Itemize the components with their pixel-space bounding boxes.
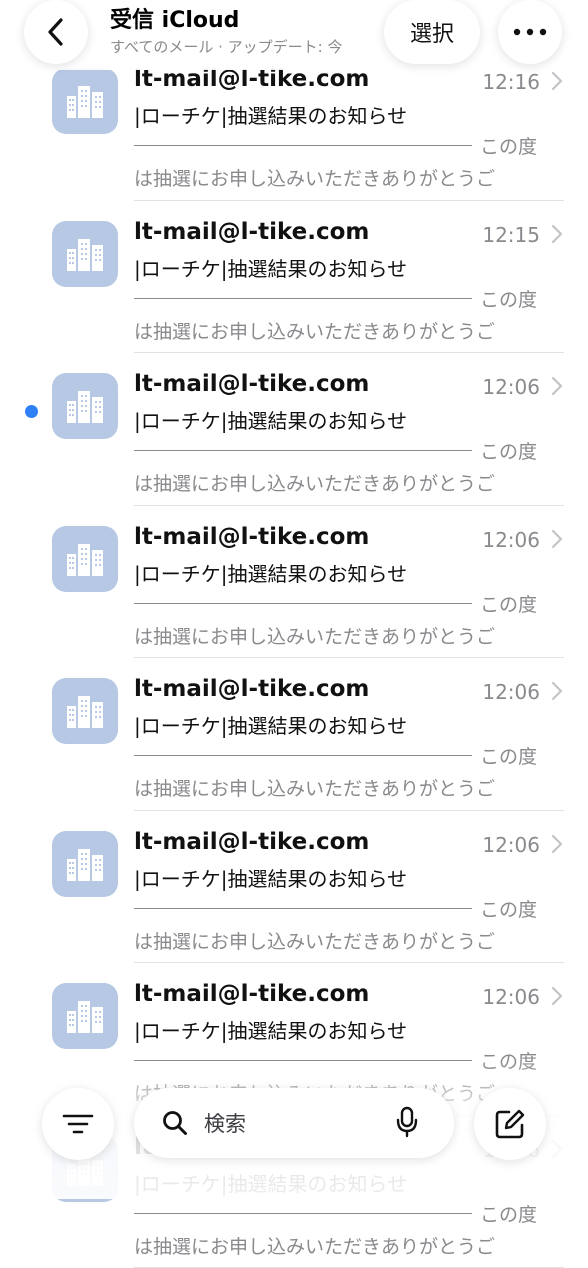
preview-rule [134, 755, 472, 756]
building-icon [65, 847, 105, 881]
sender-avatar [52, 983, 118, 1049]
building-icon [65, 542, 105, 576]
preview-rule [134, 145, 472, 146]
message-row[interactable]: lt-mail@l-tike.com 12:06 |ローチケ|抽選結果のお知らせ… [0, 658, 588, 811]
chevron-right-icon [550, 528, 564, 550]
message-subject: |ローチケ|抽選結果のお知らせ [134, 405, 407, 434]
preview-tail: この度 [480, 285, 537, 312]
message-sender: lt-mail@l-tike.com [134, 219, 369, 245]
message-time: 12:15 [482, 223, 540, 247]
message-preview-line1: この度 [134, 590, 544, 616]
message-sender: lt-mail@l-tike.com [134, 981, 369, 1007]
message-row[interactable]: lt-mail@l-tike.com 12:06 |ローチケ|抽選結果のお知らせ… [0, 353, 588, 506]
message-preview-line1: この度 [134, 1200, 544, 1226]
message-preview-line2: は抽選にお申し込みいただきありがとうご [134, 1232, 495, 1259]
preview-rule [134, 908, 472, 909]
sender-avatar [52, 831, 118, 897]
message-subject: |ローチケ|抽選結果のお知らせ [134, 253, 407, 282]
preview-rule [134, 298, 472, 299]
preview-rule [134, 450, 472, 451]
preview-tail: この度 [480, 437, 537, 464]
search-bar[interactable]: 検索 [134, 1088, 454, 1158]
message-sender: lt-mail@l-tike.com [134, 524, 369, 550]
message-subject: |ローチケ|抽選結果のお知らせ [134, 558, 407, 587]
select-button[interactable]: 選択 [384, 0, 480, 64]
building-icon [65, 237, 105, 271]
back-button[interactable] [24, 0, 88, 64]
message-preview-line2: は抽選にお申し込みいただきありがとうご [134, 927, 495, 954]
message-row[interactable]: lt-mail@l-tike.com 12:15 |ローチケ|抽選結果のお知らせ… [0, 201, 588, 354]
sender-avatar [52, 373, 118, 439]
message-preview-line2: は抽選にお申し込みいただきありがとうご [134, 469, 495, 496]
preview-tail: この度 [480, 1200, 537, 1227]
more-button[interactable] [498, 0, 562, 64]
mailbox-subtitle: すべてのメール · アップデート: 今 [110, 36, 370, 57]
chevron-right-icon [550, 833, 564, 855]
message-sender: lt-mail@l-tike.com [134, 676, 369, 702]
chevron-right-icon [550, 375, 564, 397]
building-icon [65, 389, 105, 423]
sender-avatar [52, 526, 118, 592]
message-row[interactable]: lt-mail@l-tike.com 12:16 |ローチケ|抽選結果のお知らせ… [0, 48, 588, 201]
message-subject: |ローチケ|抽選結果のお知らせ [134, 100, 407, 129]
chevron-right-icon [550, 985, 564, 1007]
search-icon [162, 1110, 188, 1136]
message-preview-line2: は抽選にお申し込みいただきありがとうご [134, 317, 495, 344]
message-subject: |ローチケ|抽選結果のお知らせ [134, 1015, 407, 1044]
message-time: 12:06 [482, 833, 540, 857]
preview-tail: この度 [480, 895, 537, 922]
preview-rule [134, 1213, 472, 1214]
microphone-icon[interactable] [396, 1106, 418, 1138]
message-preview-line2: は抽選にお申し込みいただきありがとうご [134, 622, 495, 649]
message-subject: |ローチケ|抽選結果のお知らせ [134, 710, 407, 739]
building-icon [65, 694, 105, 728]
chevron-right-icon [550, 680, 564, 702]
message-time: 12:06 [482, 528, 540, 552]
ellipsis-icon [513, 28, 547, 36]
navigation-header: 受信 iCloud すべてのメール · アップデート: 今 選択 [0, 0, 588, 70]
message-row[interactable]: lt-mail@l-tike.com 12:06 |ローチケ|抽選結果のお知らせ… [0, 811, 588, 964]
message-preview-line1: この度 [134, 895, 544, 921]
search-placeholder: 検索 [204, 1108, 246, 1138]
message-preview-line1: この度 [134, 132, 544, 158]
message-preview-line2: は抽選にお申し込みいただきありがとうご [134, 164, 495, 191]
message-time: 12:06 [482, 985, 540, 1009]
message-time: 12:06 [482, 680, 540, 704]
preview-tail: この度 [480, 132, 537, 159]
filter-lines-icon [62, 1113, 94, 1135]
chevron-right-icon [550, 70, 564, 92]
message-sender: lt-mail@l-tike.com [134, 829, 369, 855]
filter-button[interactable] [42, 1088, 114, 1160]
building-icon [65, 84, 105, 118]
message-sender: lt-mail@l-tike.com [134, 371, 369, 397]
message-subject: |ローチケ|抽選結果のお知らせ [134, 863, 407, 892]
preview-tail: この度 [480, 742, 537, 769]
message-row[interactable]: lt-mail@l-tike.com 12:06 |ローチケ|抽選結果のお知らせ… [0, 506, 588, 659]
building-icon [65, 999, 105, 1033]
message-preview-line1: この度 [134, 437, 544, 463]
sender-avatar [52, 68, 118, 134]
sender-avatar [52, 678, 118, 744]
message-time: 12:16 [482, 70, 540, 94]
message-preview-line1: この度 [134, 285, 544, 311]
compose-button[interactable] [474, 1088, 546, 1160]
preview-rule [134, 603, 472, 604]
mailbox-title: 受信 iCloud [110, 2, 239, 34]
compose-icon [494, 1108, 526, 1140]
message-time: 12:06 [482, 375, 540, 399]
message-preview-line2: は抽選にお申し込みいただきありがとうご [134, 774, 495, 801]
message-preview-line1: この度 [134, 742, 544, 768]
unread-indicator [25, 405, 38, 418]
chevron-left-icon [46, 17, 66, 47]
chevron-right-icon [550, 223, 564, 245]
sender-avatar [52, 221, 118, 287]
preview-tail: この度 [480, 590, 537, 617]
